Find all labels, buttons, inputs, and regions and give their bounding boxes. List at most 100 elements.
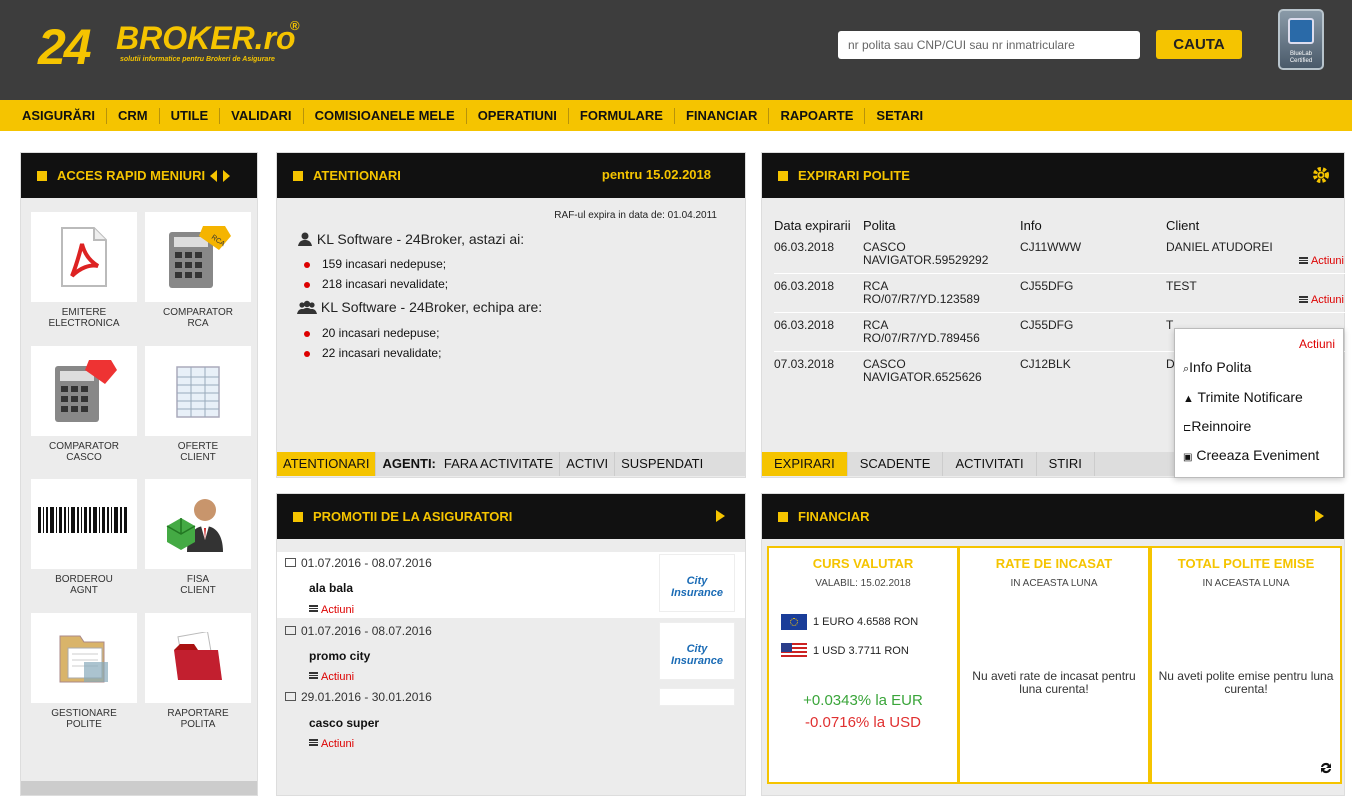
eu-flag-icon: [781, 614, 807, 630]
tab-fara-activitate[interactable]: FARA ACTIVITATE: [438, 452, 561, 476]
header-square-icon: [778, 511, 788, 522]
next-arrow-icon[interactable]: [223, 169, 231, 182]
actions-link[interactable]: Actiuni: [321, 671, 354, 683]
promo-title: PROMOTII DE LA ASIGURATORI: [313, 509, 513, 524]
row-info: CJ55DFG: [1020, 279, 1074, 293]
menu-item-trimite-notificare[interactable]: ▲ Trimite Notificare: [1183, 389, 1303, 405]
tab-suspendati[interactable]: SUSPENDATI: [615, 452, 709, 476]
row-info: CJ12BLK: [1020, 357, 1071, 371]
user-item: 218 incasari nevalidate;: [277, 275, 448, 293]
menu-item-creeaza-eveniment[interactable]: ▣ Creeaza Eveniment: [1183, 447, 1319, 463]
tab-expirari[interactable]: EXPIRARI: [762, 452, 848, 476]
tile-fisa-client[interactable]: FISA CLIENT: [145, 479, 251, 596]
alerts-tabs: ATENTIONARI AGENTI: FARA ACTIVITATE ACTI…: [277, 452, 745, 476]
tab-activitati[interactable]: ACTIVITATI: [943, 452, 1037, 476]
cert-icon: [1288, 18, 1314, 44]
eur-change: +0.0343% la EUR: [803, 692, 923, 709]
dropdown-title[interactable]: Actiuni: [1299, 337, 1335, 351]
tile-borderou-agnt[interactable]: BORDEROU AGNT: [31, 479, 137, 596]
actions-link[interactable]: Actiuni: [1311, 255, 1344, 267]
refresh-icon[interactable]: [1318, 760, 1334, 776]
next-arrow-icon[interactable]: [716, 510, 725, 522]
nav-item-setari[interactable]: SETARI: [865, 108, 934, 124]
header-square-icon: [37, 170, 47, 181]
row-policy[interactable]: CASCO NAVIGATOR.6525626: [863, 352, 1020, 391]
row-date: 06.03.2018: [774, 279, 835, 293]
top-header: 24 BROKER.ro ® solutii informatice pentr…: [0, 0, 1352, 100]
tile-emitere-electronica[interactable]: EMITERE ELECTRONICA: [31, 212, 137, 329]
barcode-icon: [38, 507, 127, 533]
list-icon: [309, 739, 318, 747]
list-icon: [1298, 257, 1308, 265]
list-icon: [1298, 296, 1308, 304]
quick-access-panel: ACCES RAPID MENIURI EMITERE ELECTRONICA …: [20, 152, 258, 796]
tab-stiri[interactable]: STIRI: [1037, 452, 1095, 476]
row-policy[interactable]: CASCO NAVIGATOR.59529292: [863, 235, 1020, 274]
user-icon: [298, 232, 312, 246]
rate-message: Nu aveti rate de incasat pentru luna cur…: [972, 669, 1136, 696]
tab-scadente[interactable]: SCADENTE: [848, 452, 944, 476]
search-button[interactable]: CAUTA: [1156, 30, 1242, 59]
raf-note: RAF-ul expira in data de: 01.04.2011: [554, 210, 717, 221]
table-row: 06.03.2018 RCA RO/07/R7/YD.123589 CJ55DF…: [774, 274, 1346, 313]
nav-item-validari[interactable]: VALIDARI: [220, 107, 304, 124]
menu-item-info-polita[interactable]: ⌕Info Polita: [1183, 359, 1251, 376]
actions-dropdown: Actiuni ⌕Info Polita ▲ Trimite Notificar…: [1174, 328, 1344, 478]
header-square-icon: [293, 170, 303, 181]
nav-item-operatiuni[interactable]: OPERATIUNI: [467, 107, 569, 124]
logo[interactable]: 24 BROKER.ro ® solutii informatice pentr…: [38, 16, 308, 76]
tab-atentionari[interactable]: ATENTIONARI: [277, 452, 377, 476]
actions-link[interactable]: Actiuni: [321, 604, 354, 616]
logo-tagline: solutii informatice pentru Brokeri de As…: [120, 56, 275, 63]
menu-item-reinnoire[interactable]: ⊏Reinnoire: [1183, 418, 1251, 434]
nav-item-rapoarte[interactable]: RAPOARTE: [769, 107, 866, 124]
nav-item-formulare[interactable]: FORMULARE: [569, 107, 675, 124]
quick-access-title: ACCES RAPID MENIURI: [57, 168, 206, 183]
search-input[interactable]: [838, 31, 1140, 59]
tile-oferte-client[interactable]: OFERTE CLIENT: [145, 346, 251, 463]
spreadsheet-icon: [176, 366, 220, 418]
table-header-row: Data expirarii Polita Info Client: [774, 216, 1346, 235]
promo-name[interactable]: promo city: [309, 649, 370, 663]
alerts-date: pentru 15.02.2018: [601, 167, 711, 182]
row-policy[interactable]: RCA RO/07/R7/YD.789456: [863, 313, 1020, 352]
client-name: TEST: [1166, 279, 1197, 293]
tile-comparator-rca[interactable]: RCA COMPARATOR RCA: [145, 212, 251, 329]
col-info: Info: [1020, 218, 1042, 233]
nav-item-comisioane[interactable]: COMISIOANELE MELE: [304, 107, 467, 124]
nav-item-crm[interactable]: CRM: [107, 107, 160, 124]
insurer-logo: City Insurance: [659, 554, 735, 612]
actions-link[interactable]: Actiuni: [1311, 294, 1344, 306]
quick-access-scrollbar[interactable]: [21, 781, 257, 795]
quick-access-header: ACCES RAPID MENIURI: [21, 153, 257, 198]
next-arrow-icon[interactable]: [1315, 510, 1324, 522]
tile-raportare-polita[interactable]: RAPORTARE POLITA: [145, 613, 251, 730]
row-policy[interactable]: RCA RO/07/R7/YD.123589: [863, 274, 1020, 313]
bullet-icon: [304, 331, 310, 337]
tile-comparator-casco[interactable]: COMPARATOR CASCO: [31, 346, 137, 463]
calendar-icon: ▣: [1183, 452, 1193, 463]
actions-link[interactable]: Actiuni: [321, 738, 354, 750]
tab-agenti: AGENTI:: [382, 456, 436, 471]
folders-icon: [59, 635, 108, 683]
promo-name[interactable]: casco super: [309, 716, 379, 730]
alerts-header: ATENTIONARI pentru 15.02.2018: [277, 153, 745, 198]
col-policy: Polita: [863, 218, 896, 233]
us-flag-icon: [781, 643, 807, 659]
prev-arrow-icon[interactable]: [210, 169, 218, 182]
gear-icon[interactable]: [1312, 166, 1330, 184]
tab-activi[interactable]: ACTIVI: [560, 452, 616, 476]
promo-dates: 01.07.2016 - 08.07.2016: [301, 624, 432, 638]
tile-gestionare-polite[interactable]: GESTIONARE POLITE: [31, 613, 137, 730]
col-date: Data expirarii: [774, 218, 851, 233]
promo-name[interactable]: ala bala: [309, 581, 353, 595]
team-item: 22 incasari nevalidate;: [277, 344, 441, 362]
nav-item-utile[interactable]: UTILE: [160, 107, 221, 124]
policies-issued-box: TOTAL POLITE EMISE IN ACEASTA LUNA Nu av…: [1150, 546, 1342, 784]
user-heading: KL Software - 24Broker, astazi ai:: [297, 231, 524, 247]
promo-header: PROMOTII DE LA ASIGURATORI: [277, 494, 745, 539]
list-icon: [309, 605, 318, 613]
nav-item-asigurari[interactable]: ASIGURĂRI: [11, 107, 107, 124]
tile-label: EMITERE ELECTRONICA: [48, 307, 120, 329]
nav-item-financiar[interactable]: FINANCIAR: [675, 107, 770, 124]
